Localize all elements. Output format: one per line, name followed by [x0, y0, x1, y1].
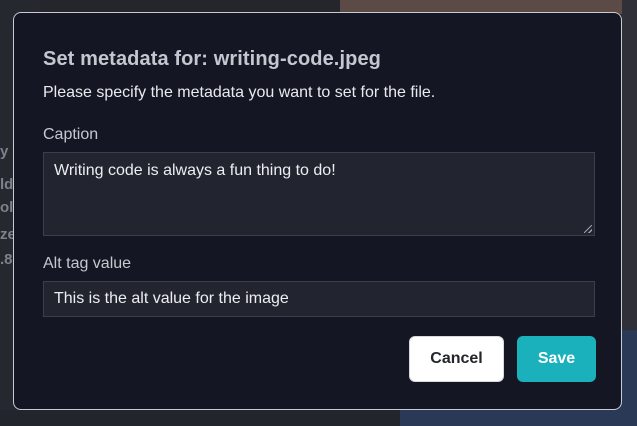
metadata-dialog: Set metadata for: writing-code.jpeg Plea… — [13, 12, 622, 410]
background-text: .8 — [0, 251, 13, 268]
dialog-title: Set metadata for: writing-code.jpeg — [43, 48, 381, 70]
alt-tag-label: Alt tag value — [43, 255, 132, 272]
caption-textarea[interactable]: Writing code is always a fun thing to do… — [43, 152, 595, 236]
cancel-button[interactable]: Cancel — [409, 336, 504, 382]
alt-tag-value: This is the alt value for the image — [54, 290, 289, 307]
background-text: y — [0, 143, 9, 160]
resize-handle-icon[interactable] — [584, 225, 592, 233]
caption-label: Caption — [43, 126, 99, 143]
background-text: ld — [0, 176, 14, 193]
dialog-description: Please specify the metadata you want to … — [43, 84, 436, 101]
alt-tag-input[interactable]: This is the alt value for the image — [43, 281, 595, 317]
save-button[interactable]: Save — [517, 336, 596, 382]
caption-value: Writing code is always a fun thing to do… — [54, 162, 336, 179]
